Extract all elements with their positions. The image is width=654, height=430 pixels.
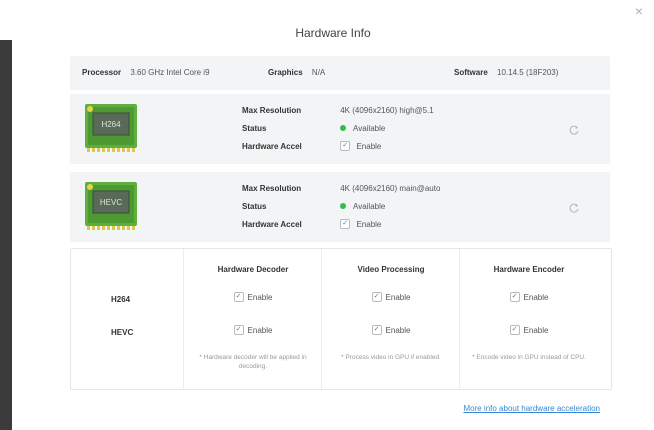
max-resolution-row: Max Resolution 4K (4096x2160) main@auto: [242, 184, 440, 193]
h264-chip-icon: H264: [85, 104, 137, 152]
status-value: Available: [353, 202, 386, 211]
codec-card-h264: H264 Max Resolution 4K (4096x2160) high@…: [70, 94, 610, 164]
hardware-accel-enable-label: Enable: [356, 142, 382, 152]
refresh-icon[interactable]: [568, 124, 580, 136]
header-hardware-encoder: Hardware Encoder: [493, 265, 565, 274]
decoder-h264-toggle[interactable]: ✓ Enable: [185, 292, 321, 303]
status-value: Available: [353, 124, 386, 133]
close-icon[interactable]: ×: [632, 4, 646, 18]
enable-label: Enable: [385, 293, 411, 303]
status-dot-icon: [340, 202, 347, 209]
hevc-chip-icon: HEVC: [85, 182, 137, 230]
encoder-h264-toggle[interactable]: ✓ Enable: [461, 292, 597, 303]
enable-label: Enable: [247, 293, 273, 303]
hardware-accel-checkbox[interactable]: ✓: [340, 219, 351, 229]
graphics-info: Graphics N/A: [268, 68, 325, 77]
hardware-info-dialog: × Hardware Info Processor 3.60 GHz Intel…: [12, 0, 654, 430]
hardware-accel-checkbox[interactable]: ✓: [340, 141, 351, 151]
status-label: Status: [242, 124, 267, 133]
enable-label: Enable: [385, 326, 411, 336]
processor-label: Processor: [82, 68, 122, 77]
status-dot-icon: [340, 124, 347, 131]
decoder-hevc-checkbox[interactable]: ✓: [233, 325, 244, 335]
processor-info: Processor 3.60 GHz Intel Core i9: [82, 68, 210, 77]
header-video-processing: Video Processing: [357, 265, 425, 274]
hardware-accel-label: Hardware Accel: [242, 142, 302, 152]
software-value: 10.14.5 (18F203): [497, 68, 559, 77]
codec-card-hevc: HEVC Max Resolution 4K (4096x2160) main@…: [70, 172, 610, 242]
dialog-title: Hardware Info: [295, 26, 371, 40]
hardware-accel-row: Hardware Accel ✓ Enable: [242, 219, 382, 230]
processing-note: * Process video in GPU if enabled.: [341, 354, 441, 361]
chip-label-h264: H264: [101, 120, 121, 129]
column-divider: [183, 249, 184, 389]
processing-h264-checkbox[interactable]: ✓: [371, 292, 382, 302]
max-resolution-value: 4K (4096x2160) high@5.1: [340, 106, 434, 115]
status-row: Status Available: [242, 124, 385, 133]
max-resolution-label: Max Resolution: [242, 184, 302, 193]
decoder-hevc-toggle[interactable]: ✓ Enable: [185, 325, 321, 336]
row-label-h264: H264: [111, 295, 131, 304]
enable-label: Enable: [523, 293, 549, 303]
system-info-bar: Processor 3.60 GHz Intel Core i9 Graphic…: [70, 56, 610, 90]
encoder-h264-checkbox[interactable]: ✓: [509, 292, 520, 302]
graphics-label: Graphics: [268, 68, 303, 77]
hardware-accel-row: Hardware Accel ✓ Enable: [242, 141, 382, 152]
encoder-hevc-toggle[interactable]: ✓ Enable: [461, 325, 597, 336]
software-info: Software 10.14.5 (18F203): [454, 68, 558, 77]
status-row: Status Available: [242, 202, 385, 211]
encoder-hevc-checkbox[interactable]: ✓: [509, 325, 520, 335]
graphics-value: N/A: [311, 68, 326, 77]
hardware-accel-enable-label: Enable: [356, 220, 382, 230]
max-resolution-label: Max Resolution: [242, 106, 302, 115]
enable-label: Enable: [523, 326, 549, 336]
hardware-accel-label: Hardware Accel: [242, 220, 302, 230]
capability-table: Hardware Decoder Video Processing Hardwa…: [70, 248, 612, 390]
processing-h264-toggle[interactable]: ✓ Enable: [323, 292, 459, 303]
decoder-note: * Hardware decoder will be applied in de…: [199, 354, 307, 370]
processor-value: 3.60 GHz Intel Core i9: [130, 68, 210, 77]
software-label: Software: [454, 68, 488, 77]
max-resolution-value: 4K (4096x2160) main@auto: [340, 184, 441, 193]
processing-hevc-toggle[interactable]: ✓ Enable: [323, 325, 459, 336]
enable-label: Enable: [247, 326, 273, 336]
row-label-hevc: HEVC: [111, 328, 134, 337]
header-hardware-decoder: Hardware Decoder: [217, 265, 289, 274]
background-window-strip: [0, 40, 12, 430]
processing-hevc-checkbox[interactable]: ✓: [371, 325, 382, 335]
decoder-h264-checkbox[interactable]: ✓: [233, 292, 244, 302]
column-divider: [459, 249, 460, 389]
chip-label-hevc: HEVC: [100, 198, 122, 207]
refresh-icon[interactable]: [568, 202, 580, 214]
status-label: Status: [242, 202, 267, 211]
more-info-link[interactable]: More info about hardware acceleration: [463, 404, 600, 413]
max-resolution-row: Max Resolution 4K (4096x2160) high@5.1: [242, 106, 434, 115]
column-divider: [321, 249, 322, 389]
encoder-note: * Encode video in GPU instead of CPU.: [472, 354, 586, 361]
